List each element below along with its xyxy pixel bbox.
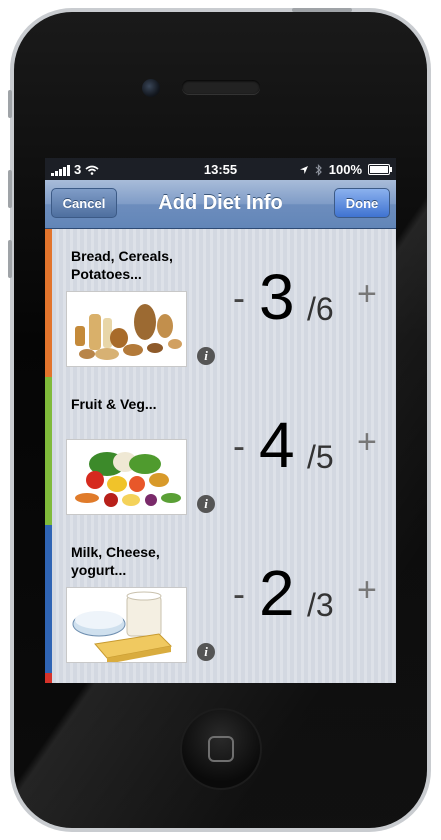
status-bar: 3 13:55 100% (45, 158, 396, 180)
app-screen: 3 13:55 100% Cancel Add Diet Info Done B… (45, 158, 396, 683)
serving-count: 4 (259, 409, 295, 481)
food-group-label: Fruit & Veg... (71, 396, 157, 412)
location-arrow-icon (299, 165, 308, 174)
earpiece-speaker (182, 80, 260, 94)
fruit-veg-photo (66, 439, 187, 515)
sleep-button (292, 8, 352, 12)
volume-down-button (8, 240, 12, 278)
diet-row-dairy: Milk, Cheese, yogurt... i - 2 /3 + (45, 525, 396, 673)
info-button[interactable]: i (197, 347, 215, 365)
info-button[interactable]: i (197, 495, 215, 513)
row-color-stripe (45, 377, 52, 525)
diet-row-fruit-veg: Fruit & Veg... i - 4 /5 + (45, 377, 396, 525)
serving-count: 3 (259, 261, 295, 333)
next-row-stripe (45, 673, 52, 683)
decrement-button[interactable]: - (233, 573, 245, 615)
increment-button[interactable]: + (357, 275, 377, 314)
navigation-bar: Cancel Add Diet Info Done (45, 180, 396, 229)
info-button[interactable]: i (197, 643, 215, 661)
row-color-stripe (45, 525, 52, 673)
done-button[interactable]: Done (334, 188, 390, 218)
serving-count: 2 (259, 557, 295, 629)
food-group-label: Milk, Cheese, yogurt... (71, 544, 160, 578)
mute-switch (8, 90, 12, 118)
serving-target: /6 (307, 291, 334, 327)
home-square-icon (208, 736, 234, 762)
diet-row-bread: Bread, Cereals, Potatoes... i - 3 /6 + (45, 229, 396, 377)
bread-cereals-photo (66, 291, 187, 367)
increment-button[interactable]: + (357, 571, 377, 610)
serving-target: /3 (307, 587, 334, 623)
battery-icon (368, 164, 392, 175)
battery-percent: 100% (328, 162, 362, 177)
volume-up-button (8, 170, 12, 208)
diet-list: Bread, Cereals, Potatoes... i - 3 /6 + F… (45, 229, 396, 683)
decrement-button[interactable]: - (233, 277, 245, 319)
increment-button[interactable]: + (357, 423, 377, 462)
row-color-stripe (45, 229, 52, 377)
front-camera-icon (142, 79, 160, 97)
decrement-button[interactable]: - (233, 425, 245, 467)
food-group-label: Bread, Cereals, Potatoes... (71, 248, 173, 282)
serving-target: /5 (307, 439, 334, 475)
bluetooth-icon (315, 163, 322, 176)
home-button[interactable] (182, 710, 260, 788)
dairy-photo (66, 587, 187, 663)
